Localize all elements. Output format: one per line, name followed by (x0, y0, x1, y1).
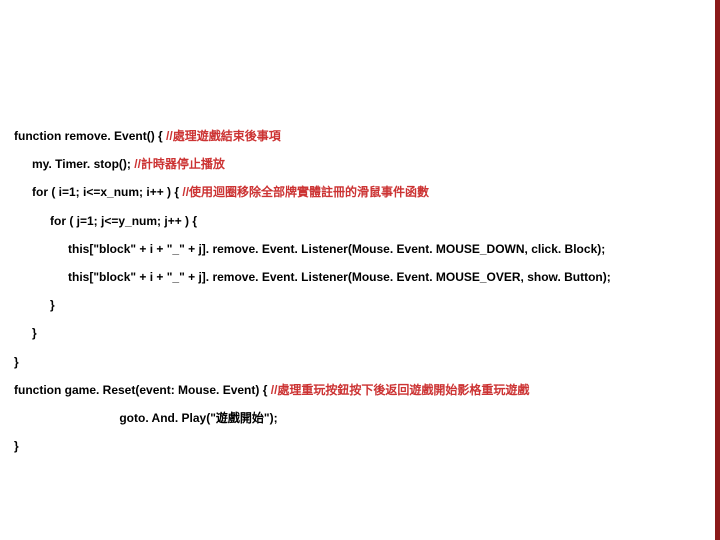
code-text: this["block" + i + "_" + j]. remove. Eve… (68, 270, 611, 284)
code-line: goto. And. Play("遊戲開始"); (14, 404, 611, 432)
code-line: } (14, 291, 611, 319)
code-text: } (14, 355, 19, 369)
code-line: for ( j=1; j<=y_num; j++ ) { (14, 207, 611, 235)
code-line: for ( i=1; i<=x_num; i++ ) { //使用迴圈移除全部牌… (14, 178, 611, 206)
code-text: function game. Reset(event: Mouse. Event… (14, 383, 267, 397)
code-line: this["block" + i + "_" + j]. remove. Eve… (14, 235, 611, 263)
code-text: } (14, 439, 19, 453)
code-line: function game. Reset(event: Mouse. Event… (14, 376, 611, 404)
code-line: } (14, 432, 611, 460)
code-text: for ( j=1; j<=y_num; j++ ) { (50, 214, 197, 228)
code-line: my. Timer. stop(); //計時器停止播放 (14, 150, 611, 178)
accent-bar (715, 0, 720, 540)
code-line: function remove. Event() { //處理遊戲結束後事項 (14, 122, 611, 150)
code-line: this["block" + i + "_" + j]. remove. Eve… (14, 263, 611, 291)
comment-text: //計時器停止播放 (134, 157, 225, 171)
comment-text: //處理遊戲結束後事項 (166, 129, 281, 143)
code-text: } (32, 326, 37, 340)
code-block: function remove. Event() { //處理遊戲結束後事項 m… (14, 122, 611, 460)
comment-text: //處理重玩按鈕按下後返回遊戲開始影格重玩遊戲 (271, 383, 530, 397)
code-text: for ( i=1; i<=x_num; i++ ) { (32, 185, 179, 199)
code-text: goto. And. Play("遊戲開始"); (119, 411, 277, 425)
comment-text: //使用迴圈移除全部牌實體註冊的滑鼠事件函數 (182, 185, 429, 199)
code-text: function remove. Event() { (14, 129, 163, 143)
code-text: this["block" + i + "_" + j]. remove. Eve… (68, 242, 605, 256)
code-text: my. Timer. stop(); (32, 157, 131, 171)
code-line: } (14, 319, 611, 347)
code-line: } (14, 348, 611, 376)
code-text: } (50, 298, 55, 312)
